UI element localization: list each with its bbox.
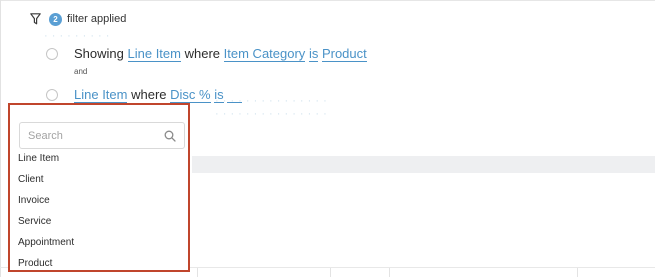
rule-1-value-link[interactable]: Product — [321, 46, 367, 62]
section-band — [192, 156, 655, 173]
column-divider — [577, 268, 578, 277]
column-divider — [330, 268, 331, 277]
top-divider — [0, 0, 655, 1]
rule-1-operator-link[interactable]: is — [308, 46, 319, 62]
rule-1-where: where — [184, 46, 221, 61]
dropdown-item-service[interactable]: Service — [18, 216, 51, 227]
rule-2-operator-link[interactable]: is — [214, 87, 224, 103]
left-divider — [0, 0, 1, 277]
funnel-icon — [30, 13, 41, 25]
search-box[interactable] — [19, 122, 185, 149]
dropdown-item-appointment[interactable]: Appointment — [18, 237, 74, 248]
dropdown-item-client[interactable]: Client — [18, 174, 44, 185]
join-label: and — [74, 67, 88, 76]
rule-2: Line Item where Disc % is — [74, 87, 242, 103]
filter-applied-label: filter applied — [67, 13, 127, 25]
filter-header[interactable]: 2 filter applied — [30, 10, 126, 28]
entity-dropdown: Line Item Client Invoice Service Appoint… — [8, 103, 190, 272]
rule-2-value-placeholder[interactable] — [227, 87, 242, 103]
faint-text: · · · · · · · · · · · · · · · — [215, 108, 328, 120]
rule-2-entity-link[interactable]: Line Item — [74, 87, 128, 103]
rule-1: Showing Line Item where Item Category is… — [74, 46, 367, 62]
filter-count-badge: 2 — [49, 12, 62, 26]
dropdown-item-line-item[interactable]: Line Item — [18, 153, 59, 164]
search-input[interactable] — [28, 127, 156, 145]
column-divider — [389, 268, 390, 277]
faint-text: · · · · · · · · · — [44, 30, 110, 42]
dropdown-item-product[interactable]: Product — [18, 258, 52, 269]
rule-2-where: where — [131, 87, 167, 102]
rule-2-radio[interactable] — [46, 89, 58, 101]
rule-1-field-link[interactable]: Item Category — [223, 46, 306, 62]
rule-1-prefix: Showing — [74, 46, 124, 61]
rule-1-entity-link[interactable]: Line Item — [127, 46, 181, 62]
column-divider — [197, 268, 198, 277]
search-icon — [164, 130, 176, 142]
dropdown-item-invoice[interactable]: Invoice — [18, 195, 50, 206]
rule-2-field-link[interactable]: Disc % — [170, 87, 211, 103]
rule-1-radio[interactable] — [46, 48, 58, 60]
